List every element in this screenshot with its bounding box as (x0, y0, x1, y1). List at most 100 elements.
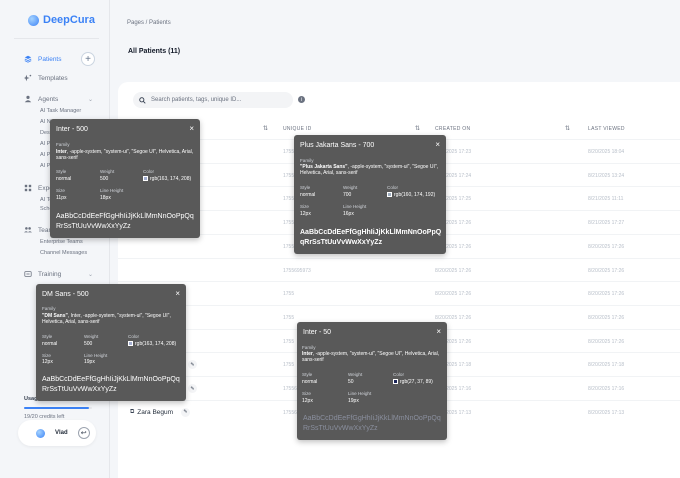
table-cell-id: 1755 (283, 314, 295, 321)
line-height-value: 18px (100, 195, 111, 201)
grid-icon (24, 184, 32, 192)
sidebar-item-templates[interactable]: Templates (24, 74, 68, 82)
color-swatch (128, 341, 133, 346)
sidebar-subitem[interactable]: AI P (40, 163, 50, 169)
table-cell-id: 1755 (283, 220, 295, 227)
weight-label: Weight (348, 372, 363, 377)
sidebar-subitem[interactable]: Channel Messages (40, 250, 87, 256)
sort-icon[interactable]: ⇅ (263, 125, 268, 132)
sidebar-item-training[interactable]: Training (24, 270, 61, 278)
external-link-icon: ⧉ (130, 408, 135, 415)
color-value: rgb(160, 174, 192) (387, 192, 435, 198)
info-icon[interactable]: i (298, 96, 305, 103)
table-cell-viewed: 8/20/2025 17:26 (588, 267, 625, 274)
sidebar-item-patients[interactable]: Patients (24, 55, 62, 63)
weight-label: Weight (343, 185, 358, 190)
sidebar-subitem[interactable]: AI P (40, 141, 50, 147)
color-label: Color (143, 169, 154, 174)
color-value: rgb(163, 174, 208) (143, 176, 191, 182)
table-cell-id: 1755 (283, 362, 295, 369)
sidebar-item-label: Agents (38, 95, 59, 103)
table-cell-id: 1755 (283, 338, 295, 345)
user-card[interactable]: Vlad ↩ (18, 420, 96, 446)
line-height-value: 19px (348, 398, 359, 404)
table-cell-created: 8/20/2025 17:26 (435, 267, 472, 274)
patient-name-link[interactable]: ⧉Zara Begum (130, 409, 173, 416)
edit-icon[interactable]: ✎ (181, 407, 190, 417)
font-sample: AaBbCcDdEeFfGgHhIiJjKkLlMmNnOoPpQqRrSsTt… (300, 229, 442, 247)
font-sample: AaBbCcDdEeFfGgHhIiJjKkLlMmNnOoPpQqRrSsTt… (42, 376, 180, 394)
search-input[interactable]: Search patients, tags, unique ID... (133, 92, 293, 108)
weight-value: 500 (100, 176, 109, 182)
close-icon[interactable]: × (175, 289, 180, 298)
table-cell-viewed: 8/20/2025 18:04 (588, 149, 625, 155)
column-header-last-viewed[interactable]: LAST VIEWED (588, 126, 625, 132)
family-value: "DM Sans", Inter, -apple-system, "system… (42, 313, 171, 326)
close-icon[interactable]: × (435, 140, 440, 149)
table-row-divider (118, 281, 680, 283)
close-icon[interactable]: × (436, 327, 441, 336)
weight-label: Weight (100, 169, 115, 174)
style-label: Style (300, 185, 311, 190)
weight-label: Weight (84, 334, 99, 339)
chevron-down-icon[interactable]: ⌄ (88, 96, 93, 103)
family-label: Family (42, 306, 56, 311)
tooltip-title: DM Sans - 500 (42, 291, 89, 298)
sidebar-subitem[interactable]: AI P (40, 152, 50, 158)
weight-value: 50 (348, 379, 354, 385)
line-height-label: Line Height (348, 391, 372, 396)
team-icon (24, 227, 32, 233)
line-height-label: Line Height (100, 188, 124, 193)
chevron-down-icon[interactable]: ⌄ (88, 271, 93, 278)
add-patient-button[interactable]: + (81, 52, 95, 66)
sidebar-item-agents[interactable]: Agents (24, 95, 58, 103)
table-cell-viewed: 8/20/2025 17:13 (588, 409, 625, 416)
user-name: Vlad (55, 430, 68, 436)
close-icon[interactable]: × (189, 124, 194, 133)
tooltip-title: Inter - 50 (303, 329, 332, 336)
table-cell-viewed: 8/20/2025 17:18 (588, 362, 625, 369)
app-logo[interactable]: DeepCura (28, 14, 95, 26)
family-label: Family (302, 345, 316, 350)
font-sample: AaBbCcDdEeFfGgHhIiJjKkLlMmNnOoPpQqRrSsTt… (56, 213, 194, 231)
table-cell-created: 8/20/2025 17:26 (435, 314, 472, 321)
size-value: 11px (56, 195, 67, 201)
sparkle-icon (24, 74, 32, 82)
app-name: DeepCura (43, 14, 95, 26)
table-cell-id: 1755695973 (283, 267, 311, 274)
plus-icon: + (85, 53, 91, 65)
size-value: 12px (302, 398, 313, 404)
tooltip-title: Plus Jakarta Sans - 700 (300, 142, 375, 149)
weight-value: 700 (343, 192, 352, 198)
sidebar-divider (14, 38, 99, 39)
family-label: Family (300, 158, 314, 163)
tooltip-title: Inter - 500 (56, 126, 88, 133)
color-swatch (143, 176, 148, 181)
column-header-created-on[interactable]: CREATED ON (435, 126, 470, 132)
size-label: Size (56, 188, 65, 193)
sort-icon[interactable]: ⇅ (415, 125, 420, 132)
line-height-label: Line Height (343, 204, 367, 209)
size-label: Size (302, 391, 311, 396)
color-value: rgb(163, 174, 208) (128, 341, 176, 347)
column-header-unique-id[interactable]: UNIQUE ID (283, 126, 312, 132)
line-height-label: Line Height (84, 353, 108, 358)
logout-icon[interactable]: ↩ (77, 427, 90, 439)
font-sample: AaBbCcDdEeFfGgHhIiJjKkLlMmNnOoPpQqRrSsTt… (303, 415, 441, 433)
family-value: Inter, -apple-system, "system-ui", "Sego… (56, 149, 194, 162)
table-cell-viewed: 8/21/2025 13:24 (588, 172, 625, 179)
sidebar-subitem[interactable]: AI Task Manager (40, 108, 81, 114)
color-swatch (387, 192, 392, 197)
style-label: Style (302, 372, 313, 377)
table-row-divider (118, 304, 680, 306)
edit-icon[interactable]: ✎ (188, 384, 197, 393)
table-cell-id: 1755 (283, 149, 295, 155)
usage-bar-fill (24, 407, 89, 409)
table-cell-viewed: 8/21/2025 11:11 (588, 196, 624, 203)
sort-icon[interactable]: ⇅ (565, 125, 570, 132)
sidebar-subitem[interactable]: Enterprise Teams (40, 239, 83, 245)
style-value: normal (300, 192, 316, 198)
line-height-value: 19px (84, 359, 95, 365)
font-inspector-tooltip: Plus Jakarta Sans - 700 × Family "Plus J… (294, 135, 446, 254)
font-inspector-tooltip: Inter - 50 × Family Inter, -apple-system… (297, 322, 447, 440)
